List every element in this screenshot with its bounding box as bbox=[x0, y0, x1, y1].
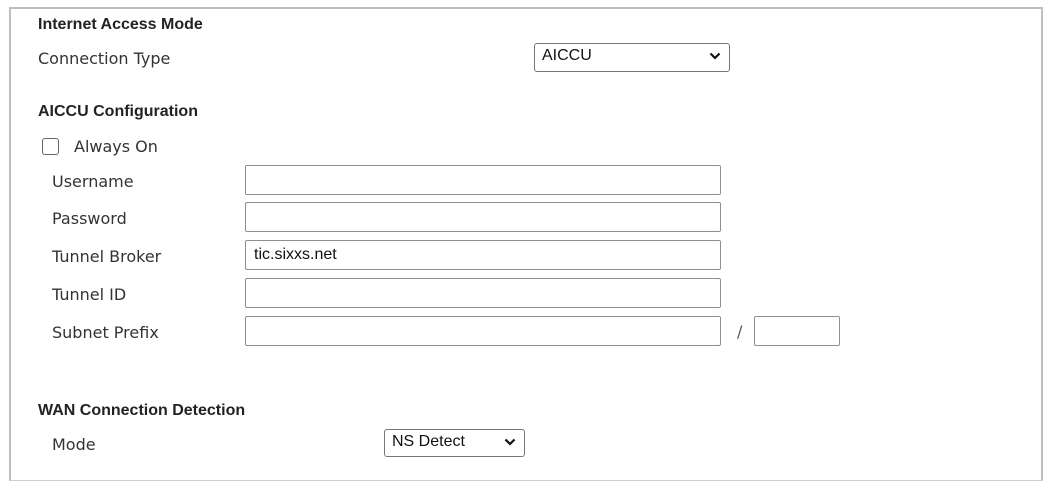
mode-label: Mode bbox=[52, 435, 96, 454]
password-input[interactable] bbox=[245, 202, 721, 232]
prefix-separator: / bbox=[737, 322, 743, 341]
chevron-down-icon bbox=[504, 438, 516, 446]
chevron-down-icon bbox=[709, 52, 721, 60]
password-label: Password bbox=[52, 209, 127, 228]
subnet-prefix-input[interactable] bbox=[245, 316, 721, 346]
connection-type-value: AICCU bbox=[542, 47, 592, 64]
tunnel-id-label: Tunnel ID bbox=[52, 285, 127, 304]
mode-value: NS Detect bbox=[392, 433, 465, 450]
username-input[interactable] bbox=[245, 165, 721, 195]
connection-type-select[interactable]: AICCU bbox=[534, 43, 730, 72]
aiccu-configuration-heading: AICCU Configuration bbox=[38, 103, 198, 120]
always-on-checkbox[interactable] bbox=[42, 138, 59, 155]
tunnel-broker-label: Tunnel Broker bbox=[52, 247, 162, 266]
mode-select[interactable]: NS Detect bbox=[384, 429, 525, 457]
tunnel-broker-input[interactable] bbox=[245, 240, 721, 270]
internet-access-mode-heading: Internet Access Mode bbox=[38, 16, 203, 33]
prefix-length-input[interactable] bbox=[754, 316, 840, 346]
connection-type-label: Connection Type bbox=[38, 49, 171, 68]
wan-connection-detection-heading: WAN Connection Detection bbox=[38, 402, 246, 419]
always-on-label: Always On bbox=[74, 137, 158, 156]
tunnel-id-input[interactable] bbox=[245, 278, 721, 308]
username-label: Username bbox=[52, 172, 134, 191]
subnet-prefix-label: Subnet Prefix bbox=[52, 323, 159, 342]
